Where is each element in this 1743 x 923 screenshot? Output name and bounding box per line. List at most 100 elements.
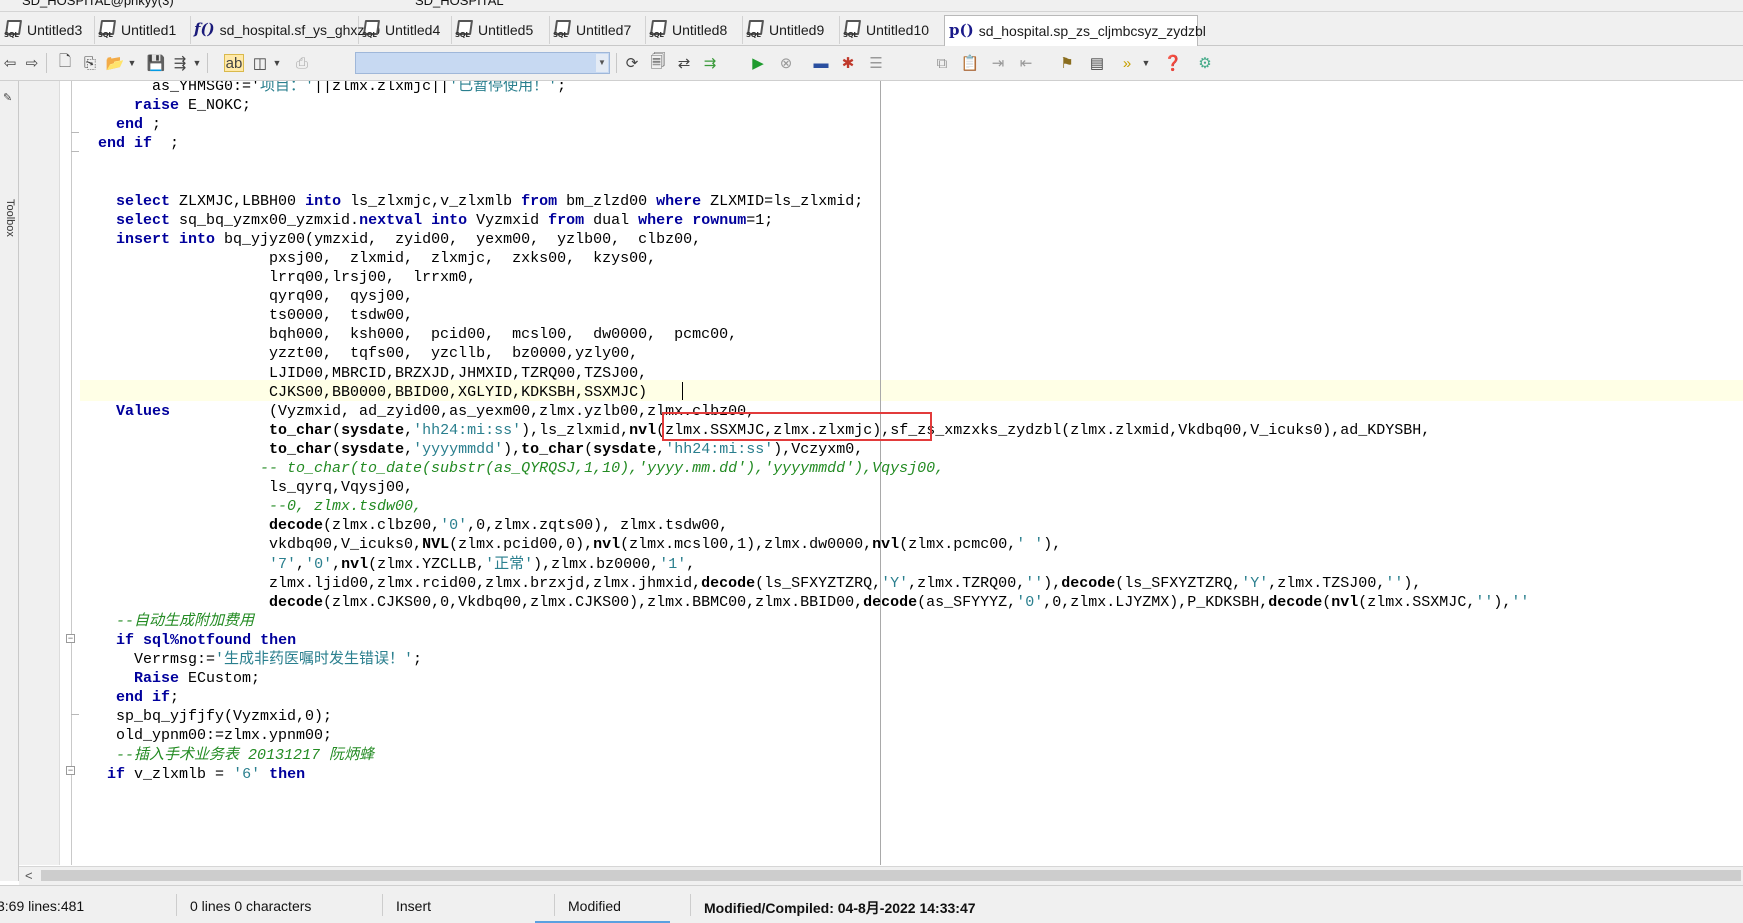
- tab-untitled10[interactable]: Untitled10: [839, 16, 945, 44]
- toolbox-strip[interactable]: ✎ Toolbox: [0, 81, 19, 881]
- code-line[interactable]: to_char(sysdate,'yyyymmdd'),to_char(sysd…: [80, 439, 863, 460]
- code-line[interactable]: end if ;: [80, 133, 179, 154]
- print-icon[interactable]: ⎙: [292, 54, 312, 72]
- tab-untitled1[interactable]: Untitled1: [94, 16, 191, 44]
- indent-icon[interactable]: ⇥: [988, 54, 1008, 72]
- code-line[interactable]: bqh000, ksh000, pcid00, mcsl00, dw0000, …: [80, 324, 737, 345]
- code-text: ;: [413, 651, 423, 668]
- refresh-icon[interactable]: ⟳: [622, 54, 642, 72]
- tab-untitled4[interactable]: Untitled4: [358, 16, 452, 44]
- find-replace-icon[interactable]: ab: [224, 54, 244, 72]
- back-arrow-icon[interactable]: ⇦: [0, 54, 20, 72]
- save-all-icon[interactable]: ⇶: [170, 54, 190, 72]
- code-line[interactable]: yzzt00, tqfs00, yzcllb, bz0000,yzly00,: [80, 343, 638, 364]
- new-from-template-icon[interactable]: ⎘: [80, 54, 100, 72]
- keyword: end if: [98, 135, 153, 152]
- breakpoint-icon[interactable]: ✱: [838, 54, 858, 72]
- code-line[interactable]: select sq_bq_yzmx00_yzmxid.nextval into …: [80, 210, 773, 231]
- main-toolbar: ⇦ ⇨ 🗋 ⎘ 📂 ▼ 💾 ⇶ ▼ ab ◫ ▼ ⎙ ▼ ⟳ 🗐 ⇄ ⇉ ▶ ⊗…: [0, 46, 1743, 81]
- sql-icon[interactable]: 🗐: [648, 53, 668, 72]
- horizontal-scrollbar[interactable]: <: [19, 866, 1743, 885]
- explain-plan-icon[interactable]: ⚑: [1057, 54, 1077, 72]
- code-line[interactable]: end if;: [80, 687, 179, 708]
- code-line[interactable]: ts0000, tsdw00,: [80, 305, 413, 326]
- code-text: (as_SFYYYZ,: [917, 594, 1017, 611]
- execute-icon[interactable]: ▶: [748, 54, 768, 72]
- code-line[interactable]: old_ypnm00:=zlmx.ypnm00;: [80, 725, 332, 746]
- code-line[interactable]: ls_qyrq,Vqysj00,: [80, 477, 413, 498]
- combo-arrow-icon[interactable]: ▼: [596, 54, 608, 72]
- code-line[interactable]: Values (Vyzmxid, ad_zyid00,as_yexm00,zlm…: [80, 401, 755, 422]
- format-icon[interactable]: ▤: [1087, 54, 1107, 72]
- describe-icon[interactable]: ⇄: [674, 54, 694, 72]
- toolbox-label[interactable]: Toolbox: [4, 199, 16, 237]
- compile-icon[interactable]: ☰: [866, 54, 886, 72]
- code-line[interactable]: insert into bq_yjyz00(ymzxid, zyid00, ye…: [80, 229, 701, 250]
- stop-icon[interactable]: ⊗: [776, 54, 796, 72]
- open-dropdown-icon[interactable]: ▼: [127, 54, 137, 72]
- copy-icon[interactable]: ⧉: [932, 54, 952, 72]
- save-icon[interactable]: 💾: [146, 54, 166, 72]
- tab-untitled8[interactable]: Untitled8: [645, 16, 743, 44]
- window-dropdown-icon[interactable]: ▼: [272, 54, 282, 72]
- code-line[interactable]: -- to_char(to_date(substr(as_QYRQSJ,1,10…: [80, 458, 944, 479]
- save-dropdown-icon[interactable]: ▼: [192, 54, 202, 72]
- bookmark-dropdown-icon[interactable]: ▼: [1141, 54, 1151, 72]
- code-line[interactable]: '7','0',nvl(zlmx.YZCLLB,'正常'),zlmx.bz000…: [80, 554, 695, 575]
- code-line[interactable]: if sql%notfound then: [80, 630, 296, 651]
- keyword: insert into: [116, 231, 216, 248]
- code-line[interactable]: --0, zlmx.tsdw00,: [80, 496, 422, 517]
- scroll-left-arrow-icon[interactable]: <: [25, 867, 33, 885]
- code-line[interactable]: end ;: [80, 114, 161, 135]
- code-line[interactable]: LJID00,MBRCID,BRZXJD,JHMXID,TZRQ00,TZSJ0…: [80, 363, 647, 384]
- forward-arrow-icon[interactable]: ⇨: [22, 54, 42, 72]
- code-line[interactable]: vkdbq00,V_icuks0,NVL(zlmx.pcid00,0),nvl(…: [80, 534, 1061, 555]
- code-text: ),: [1493, 594, 1512, 611]
- options-icon[interactable]: ⚙: [1195, 54, 1215, 72]
- code-editor[interactable]: as_YHMSG0:='项目：'||zlmx.zlxmjc||'已暂停使用！';…: [80, 81, 1743, 865]
- step-icon[interactable]: ▬: [811, 54, 831, 72]
- code-line[interactable]: pxsj00, zlxmid, zlxmjc, zxks00, kzys00,: [80, 248, 656, 269]
- code-line[interactable]: Verrmsg:='生成非药医嘱时发生错误！';: [80, 649, 422, 670]
- code-line[interactable]: CJKS00,BB0000,BBID00,XGLYID,KDKSBH,SSXMJ…: [80, 382, 647, 403]
- bookmark-next-icon[interactable]: »: [1117, 54, 1137, 72]
- code-line[interactable]: Raise ECustom;: [80, 668, 260, 689]
- code-line[interactable]: sp_bq_yjfjfy(Vyzmxid,0);: [80, 706, 332, 727]
- tab-untitled5[interactable]: Untitled5: [451, 16, 550, 44]
- fold-toggle-icon[interactable]: −: [66, 634, 75, 643]
- code-line[interactable]: --自动生成附加费用: [80, 611, 254, 632]
- code-line[interactable]: zlmx.ljid00,zlmx.rcid00,zlmx.brzxjd,zlmx…: [80, 573, 1421, 594]
- pin-icon[interactable]: ✎: [3, 91, 12, 104]
- code-line[interactable]: if v_zlxmlb = '6' then: [80, 764, 305, 785]
- tab-untitled7[interactable]: Untitled7: [549, 16, 646, 44]
- fold-toggle-icon[interactable]: −: [66, 766, 75, 775]
- code-line[interactable]: raise E_NOKC;: [80, 95, 251, 116]
- code-line[interactable]: decode(zlmx.CJKS00,0,Vkdbq00,zlmx.CJKS00…: [80, 592, 1529, 613]
- tab-untitled9[interactable]: Untitled9: [742, 16, 840, 44]
- code-line[interactable]: decode(zlmx.clbz00,'0',0,zlmx.zqts00), z…: [80, 515, 728, 536]
- code-text: ,: [404, 422, 414, 439]
- paste-icon[interactable]: 📋: [960, 54, 980, 72]
- outdent-icon[interactable]: ⇤: [1016, 54, 1036, 72]
- code-line[interactable]: --插入手术业务表 20131217 阮炳蜂: [80, 745, 374, 766]
- keyword: then: [269, 766, 306, 783]
- procedure-icon: p(): [949, 21, 974, 39]
- object-selector-combo[interactable]: ▼: [355, 52, 610, 74]
- code-line[interactable]: select ZLXMJC,LBBH00 into ls_zlxmjc,v_zl…: [80, 191, 863, 212]
- code-line[interactable]: lrrq00,lrsj00, lrrxm0,: [80, 267, 476, 288]
- tab-untitled3[interactable]: Untitled3: [0, 16, 95, 44]
- tab-sd-hospital-sf-ys-ghxz00[interactable]: f() sd_hospital.sf_ys_ghxz00: [190, 16, 380, 44]
- debug-icon[interactable]: ⇉: [700, 54, 720, 72]
- string-literal: '0': [1016, 594, 1044, 611]
- code-line[interactable]: qyrq00, qysj00,: [80, 286, 413, 307]
- scrollbar-thumb[interactable]: [41, 870, 1741, 881]
- help-icon[interactable]: ❓: [1163, 54, 1183, 72]
- tab-sd-hospital-sp-zs-cljmbcsyz-zydzbl[interactable]: p() sd_hospital.sp_zs_cljmbcsyz_zydzbl: [944, 15, 1206, 46]
- split-window-icon[interactable]: ◫: [250, 54, 270, 72]
- open-folder-icon[interactable]: 📂: [105, 54, 125, 72]
- new-file-icon[interactable]: 🗋: [55, 53, 75, 72]
